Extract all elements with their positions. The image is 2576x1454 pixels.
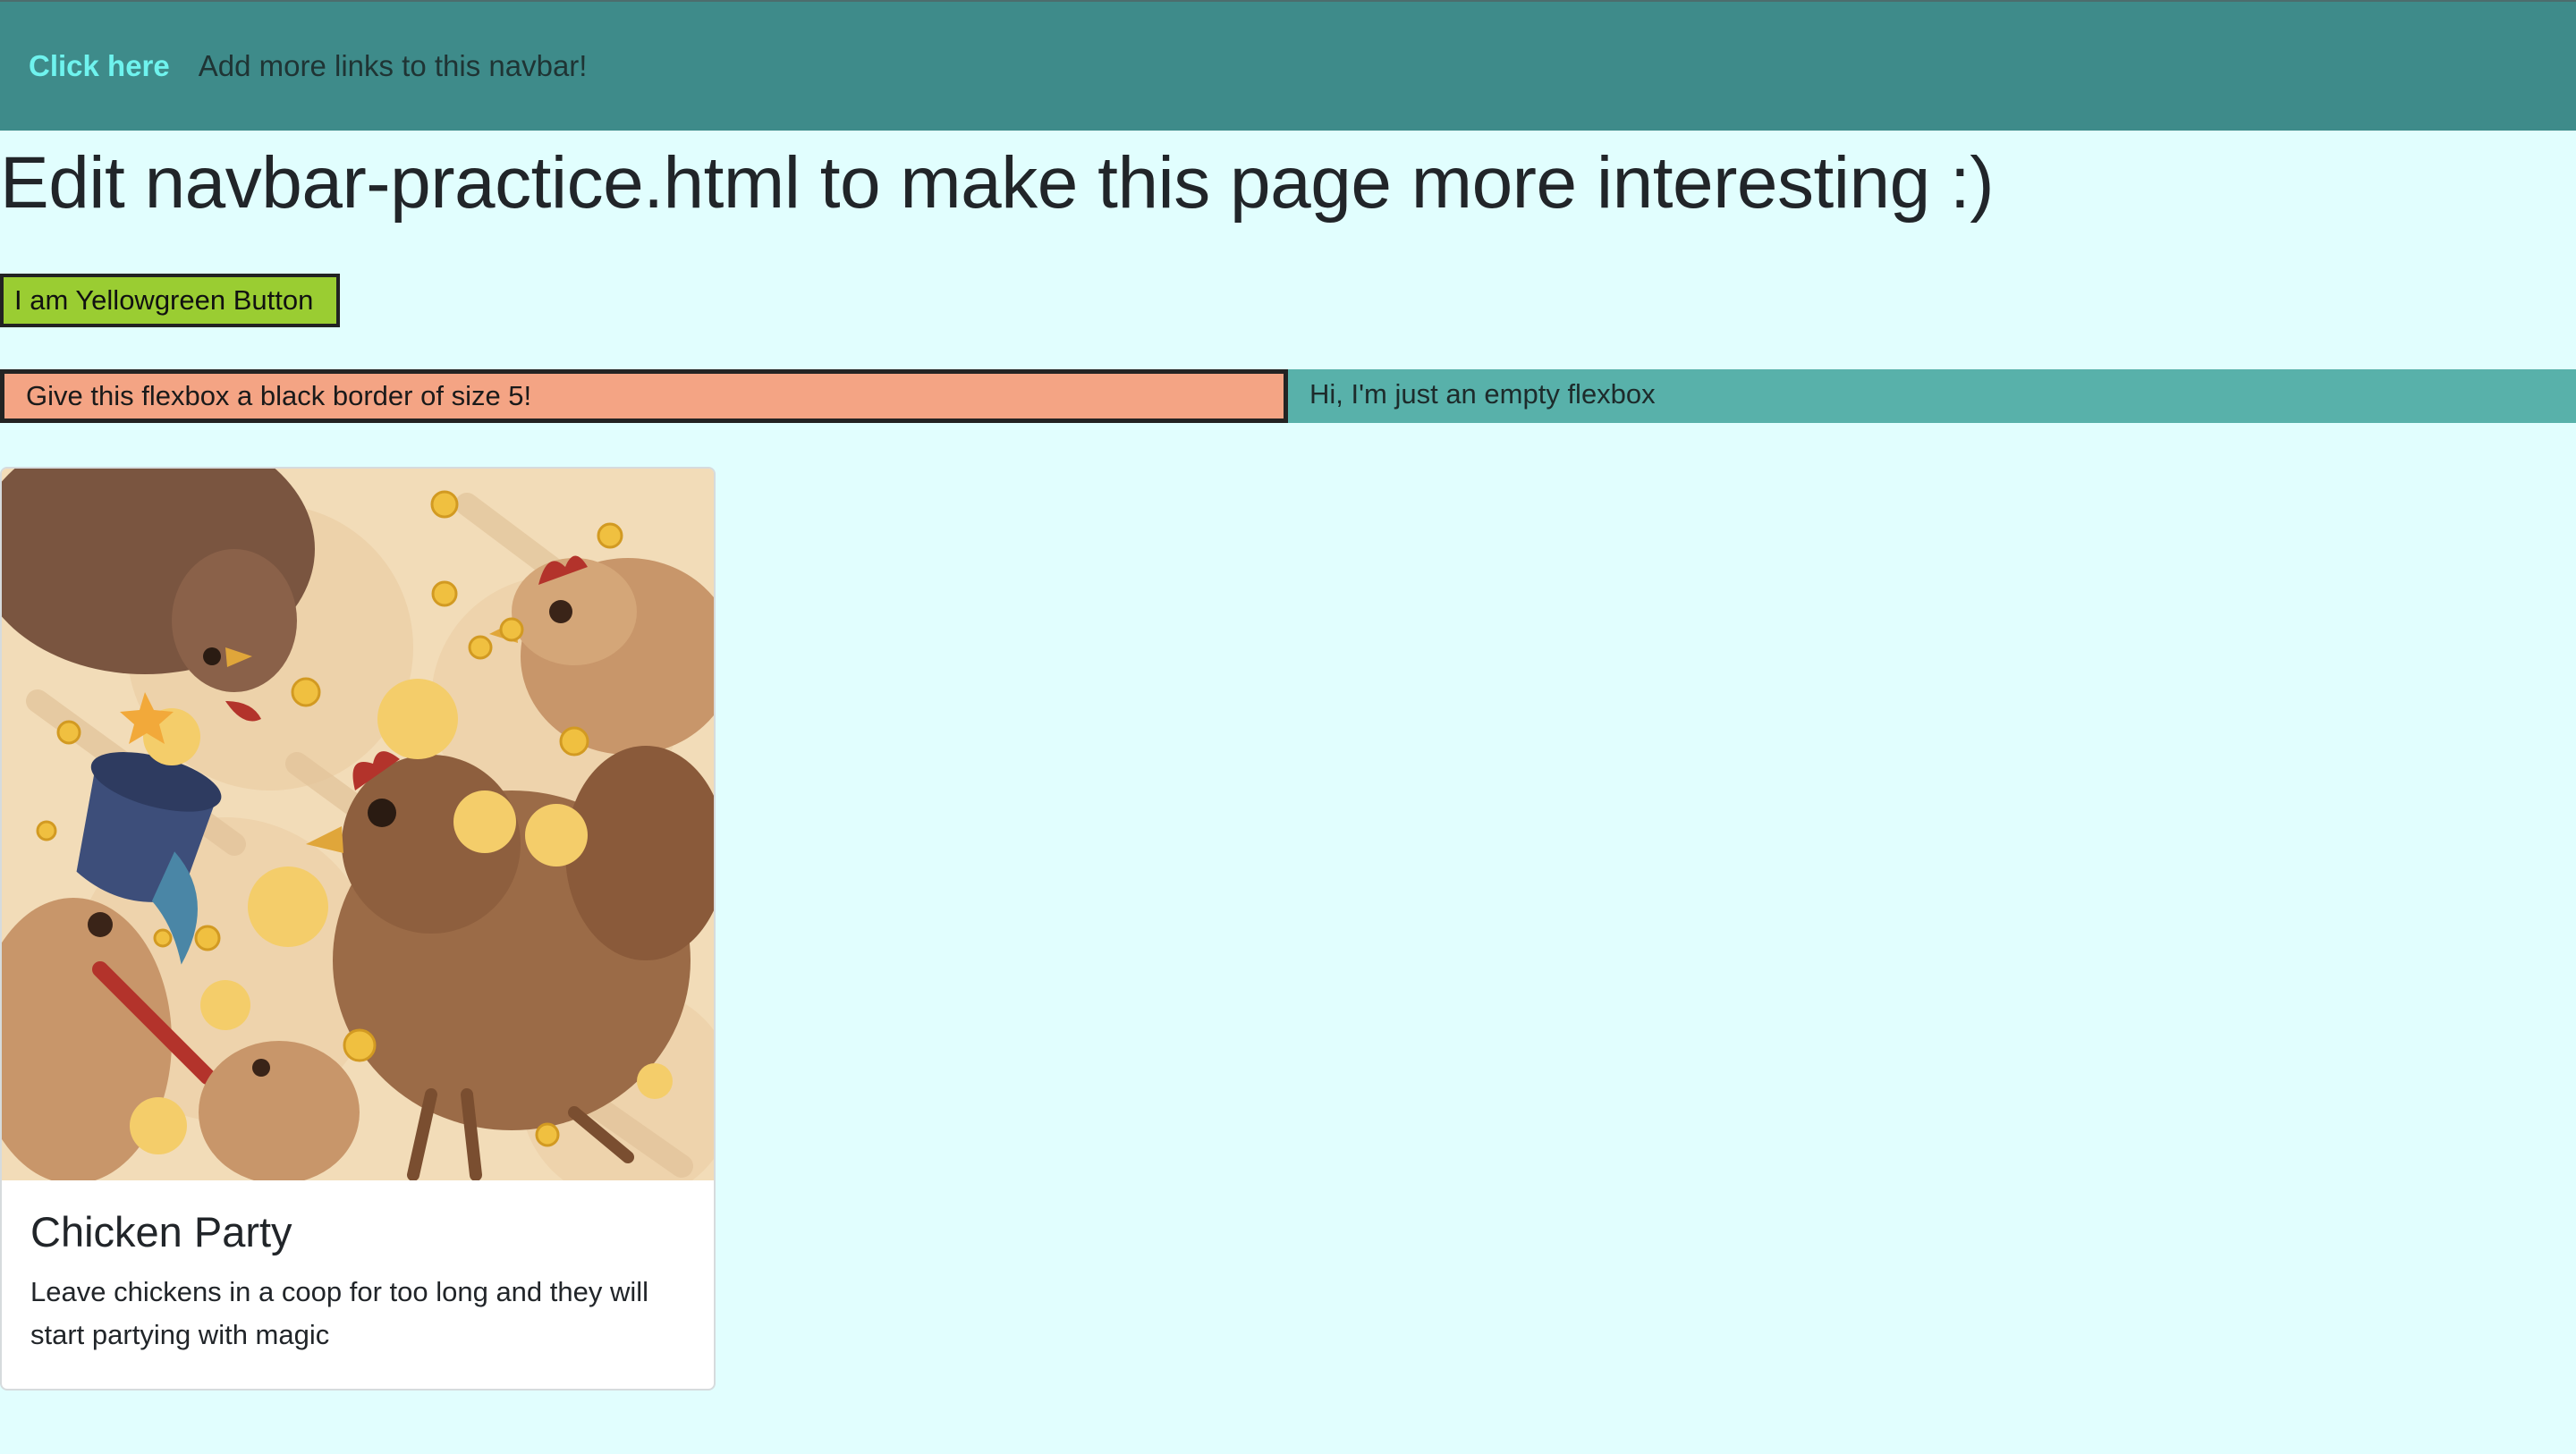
chicken-card: Chicken Party Leave chickens in a coop f… <box>0 467 716 1391</box>
card-body: Chicken Party Leave chickens in a coop f… <box>2 1180 714 1383</box>
page-title: Edit navbar-practice.html to make this p… <box>0 142 1995 224</box>
nav-link-click-here[interactable]: Click here <box>29 49 170 83</box>
flex-row: Give this flexbox a black border of size… <box>0 369 2576 423</box>
chicken-party-illustration <box>2 469 714 1180</box>
navbar: Click here Add more links to this navbar… <box>0 0 2576 131</box>
empty-flexbox: Hi, I'm just an empty flexbox <box>1288 369 2576 423</box>
card-title: Chicken Party <box>30 1208 292 1255</box>
card-text: Leave chickens in a coop for too long an… <box>30 1276 649 1350</box>
bordered-flexbox: Give this flexbox a black border of size… <box>0 369 1288 423</box>
nav-text: Add more links to this navbar! <box>198 49 588 82</box>
yellowgreen-button[interactable]: I am Yellowgreen Button <box>0 274 340 327</box>
